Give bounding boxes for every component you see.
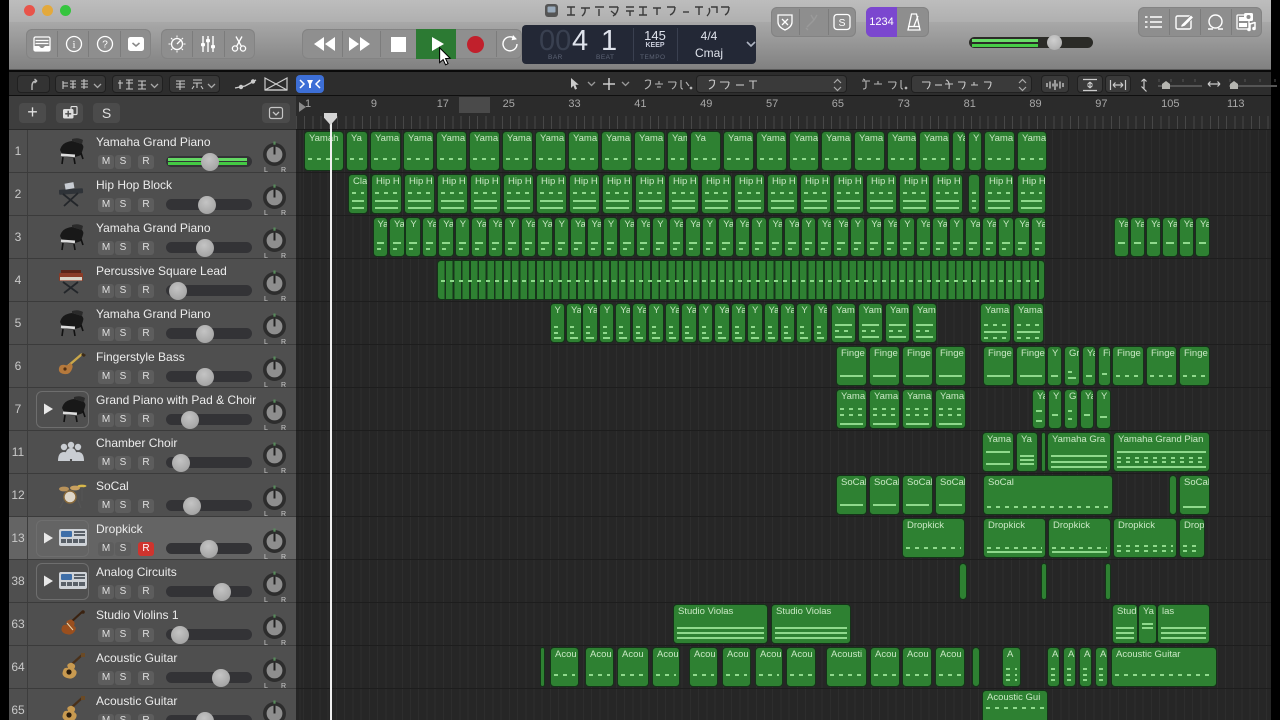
svg-text:?: ? [102,40,108,51]
svg-text:S: S [838,17,845,29]
svg-text:i: i [72,39,75,51]
